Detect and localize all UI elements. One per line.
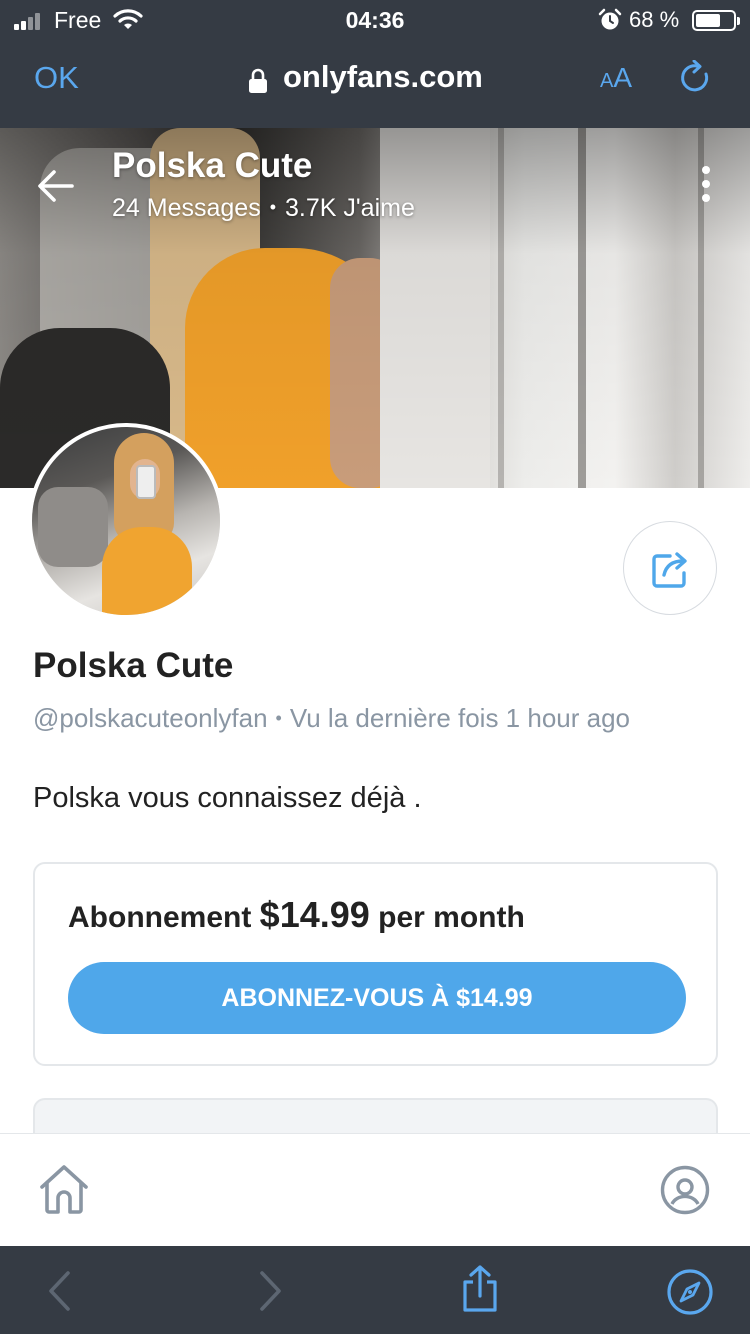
lock-icon (249, 68, 267, 93)
share-arrow-icon (652, 552, 687, 588)
likes-count: 3.7K J'aime (285, 194, 415, 222)
posts-count: 24 Messages (112, 194, 261, 222)
text-size-button[interactable]: AA (600, 62, 632, 94)
back-arrow-icon[interactable] (36, 166, 76, 206)
app-bottom-nav (0, 1133, 750, 1246)
subscription-card: Abonnement $14.99 per month ABONNEZ-VOUS… (33, 862, 718, 1066)
avatar[interactable] (28, 423, 224, 619)
profile-name: Polska Cute (33, 646, 234, 685)
subscription-price: $14.99 (259, 894, 370, 935)
status-bar: Free 04:36 68 % (0, 0, 750, 42)
back-chevron-icon[interactable] (46, 1270, 74, 1312)
page: Free 04:36 68 % OK onlyfans.com AA Polsk… (0, 0, 750, 1334)
text-size-small-glyph: A (600, 70, 614, 92)
battery-fill (696, 14, 720, 27)
battery-icon (692, 10, 740, 31)
profile-meta: @polskacuteonlyfan • Vu la dernière fois 1… (33, 703, 630, 734)
url-domain[interactable]: onlyfans.com (283, 59, 483, 95)
forward-chevron-icon[interactable] (256, 1270, 284, 1312)
address-bar: OK onlyfans.com AA (0, 42, 750, 128)
share-profile-button[interactable] (623, 521, 717, 615)
subscribe-button[interactable]: ABONNEZ-VOUS À $14.99 (68, 962, 686, 1034)
browser-top-chrome: Free 04:36 68 % OK onlyfans.com AA (0, 0, 750, 128)
subscription-price-line: Abonnement $14.99 per month (68, 894, 525, 936)
alarm-icon (598, 8, 622, 30)
battery-percent: 68 % (629, 7, 680, 32)
profile-icon[interactable] (659, 1164, 711, 1216)
last-seen: Vu la dernière fois 1 hour ago (289, 703, 631, 733)
profile-handle: @polskacuteonlyfan (33, 703, 268, 733)
done-button[interactable]: OK (34, 60, 79, 96)
reload-icon[interactable] (679, 60, 713, 96)
cover-stats: 24 Messages • 3.7K J'aime (112, 194, 415, 223)
home-icon[interactable] (36, 1162, 92, 1218)
profile-bio: Polska vous connaissez déjà . (33, 782, 422, 814)
cover-title: Polska Cute (112, 146, 313, 185)
compass-icon[interactable] (666, 1268, 714, 1316)
browser-toolbar (0, 1246, 750, 1334)
stats-separator: • (269, 197, 277, 217)
meta-separator: • (275, 708, 282, 728)
subscription-period: per month (378, 901, 525, 934)
more-vertical-icon[interactable] (696, 164, 716, 204)
subscription-label: Abonnement (68, 901, 252, 934)
share-icon[interactable] (459, 1264, 501, 1314)
text-size-large-glyph: A (613, 62, 633, 93)
